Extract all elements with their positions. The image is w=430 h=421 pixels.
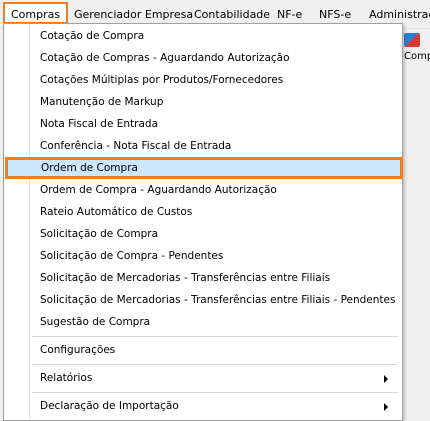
menu-item-configuracoes[interactable]: Configurações bbox=[6, 339, 400, 361]
menu-item-label: Solicitação de Mercadorias - Transferênc… bbox=[40, 294, 396, 306]
menu-administracao-label: Administração bbox=[369, 8, 430, 21]
menu-item-cotacao-de-compra[interactable]: Cotação de Compra bbox=[6, 25, 400, 47]
menu-separator bbox=[32, 336, 398, 337]
menu-nfse[interactable]: NFS-e bbox=[319, 8, 351, 21]
menu-item-ordem-de-compra[interactable]: Ordem de Compra bbox=[5, 157, 403, 179]
menu-contabilidade-label: Contabilidade bbox=[194, 8, 271, 21]
menu-nfe-label: NF-e bbox=[277, 8, 303, 21]
menu-nfse-label: NFS-e bbox=[319, 8, 352, 21]
menu-item-cotacao-aguardando-autorizacao[interactable]: Cotação de Compras - Aguardando Autoriza… bbox=[6, 47, 400, 69]
menu-item-label: Solicitação de Mercadorias - Transferênc… bbox=[40, 272, 331, 284]
menu-gerenciador-empresa-label: Gerenciador Empresa bbox=[74, 8, 194, 21]
toolbar-button-label: Comp bbox=[404, 51, 430, 62]
submenu-arrow-icon bbox=[384, 403, 388, 411]
menu-administracao[interactable]: Administração bbox=[369, 8, 430, 21]
menu-item-label: Ordem de Compra bbox=[41, 162, 138, 174]
menu-item-rateio-automatico[interactable]: Rateio Automático de Custos bbox=[6, 201, 400, 223]
menu-item-ordem-aguardando-autorizacao[interactable]: Ordem de Compra - Aguardando Autorização bbox=[6, 179, 400, 201]
menu-item-conferencia-nota-fiscal[interactable]: Conferência - Nota Fiscal de Entrada bbox=[6, 135, 400, 157]
toolbar-app-icon bbox=[404, 33, 420, 47]
menu-item-solicitacao-mercadorias-pendentes[interactable]: Solicitação de Mercadorias - Transferênc… bbox=[6, 289, 400, 311]
menu-item-manutencao-de-markup[interactable]: Manutenção de Markup bbox=[6, 91, 400, 113]
menu-gerenciador-empresa[interactable]: Gerenciador Empresa bbox=[74, 8, 193, 21]
menu-item-label: Sugestão de Compra bbox=[40, 316, 151, 328]
menu-item-label: Manutenção de Markup bbox=[40, 96, 164, 108]
menu-item-label: Solicitação de Compra - Pendentes bbox=[40, 250, 224, 262]
toolbar-button-partial[interactable]: Comp bbox=[402, 30, 430, 66]
menu-item-label: Nota Fiscal de Entrada bbox=[40, 118, 159, 130]
menu-item-label: Ordem de Compra - Aguardando Autorização bbox=[40, 184, 277, 196]
menu-item-cotacoes-multiplas[interactable]: Cotações Múltiplas por Produtos/Forneced… bbox=[6, 69, 400, 91]
menu-contabilidade[interactable]: Contabilidade bbox=[194, 8, 270, 21]
menu-item-label: Conferência - Nota Fiscal de Entrada bbox=[40, 140, 232, 152]
menu-nfe[interactable]: NF-e bbox=[277, 8, 302, 21]
menu-item-label: Relatórios bbox=[40, 372, 93, 384]
menu-separator bbox=[32, 364, 398, 365]
compras-dropdown-menu: Cotação de Compra Cotação de Compras - A… bbox=[3, 23, 403, 421]
menu-item-label: Cotação de Compra bbox=[40, 30, 145, 42]
menu-item-label: Configurações bbox=[40, 344, 116, 356]
menu-separator bbox=[32, 392, 398, 393]
menu-item-label: Cotações Múltiplas por Produtos/Forneced… bbox=[40, 74, 284, 86]
menu-item-solicitacao-pendentes[interactable]: Solicitação de Compra - Pendentes bbox=[6, 245, 400, 267]
menu-compras[interactable]: Compras bbox=[3, 2, 69, 24]
menu-item-label: Declaração de Importação bbox=[40, 400, 179, 412]
menu-item-sugestao-de-compra[interactable]: Sugestão de Compra bbox=[6, 311, 400, 333]
submenu-arrow-icon bbox=[384, 375, 388, 383]
menu-item-solicitacao-mercadorias[interactable]: Solicitação de Mercadorias - Transferênc… bbox=[6, 267, 400, 289]
menu-item-label: Solicitação de Compra bbox=[40, 228, 158, 240]
menu-item-relatorios[interactable]: Relatórios bbox=[6, 367, 400, 389]
menu-item-declaracao-de-importacao[interactable]: Declaração de Importação bbox=[6, 395, 400, 417]
menu-item-label: Cotação de Compras - Aguardando Autoriza… bbox=[40, 52, 290, 64]
menu-item-label: Rateio Automático de Custos bbox=[40, 206, 193, 218]
menu-item-solicitacao-de-compra[interactable]: Solicitação de Compra bbox=[6, 223, 400, 245]
menu-item-nota-fiscal-de-entrada[interactable]: Nota Fiscal de Entrada bbox=[6, 113, 400, 135]
